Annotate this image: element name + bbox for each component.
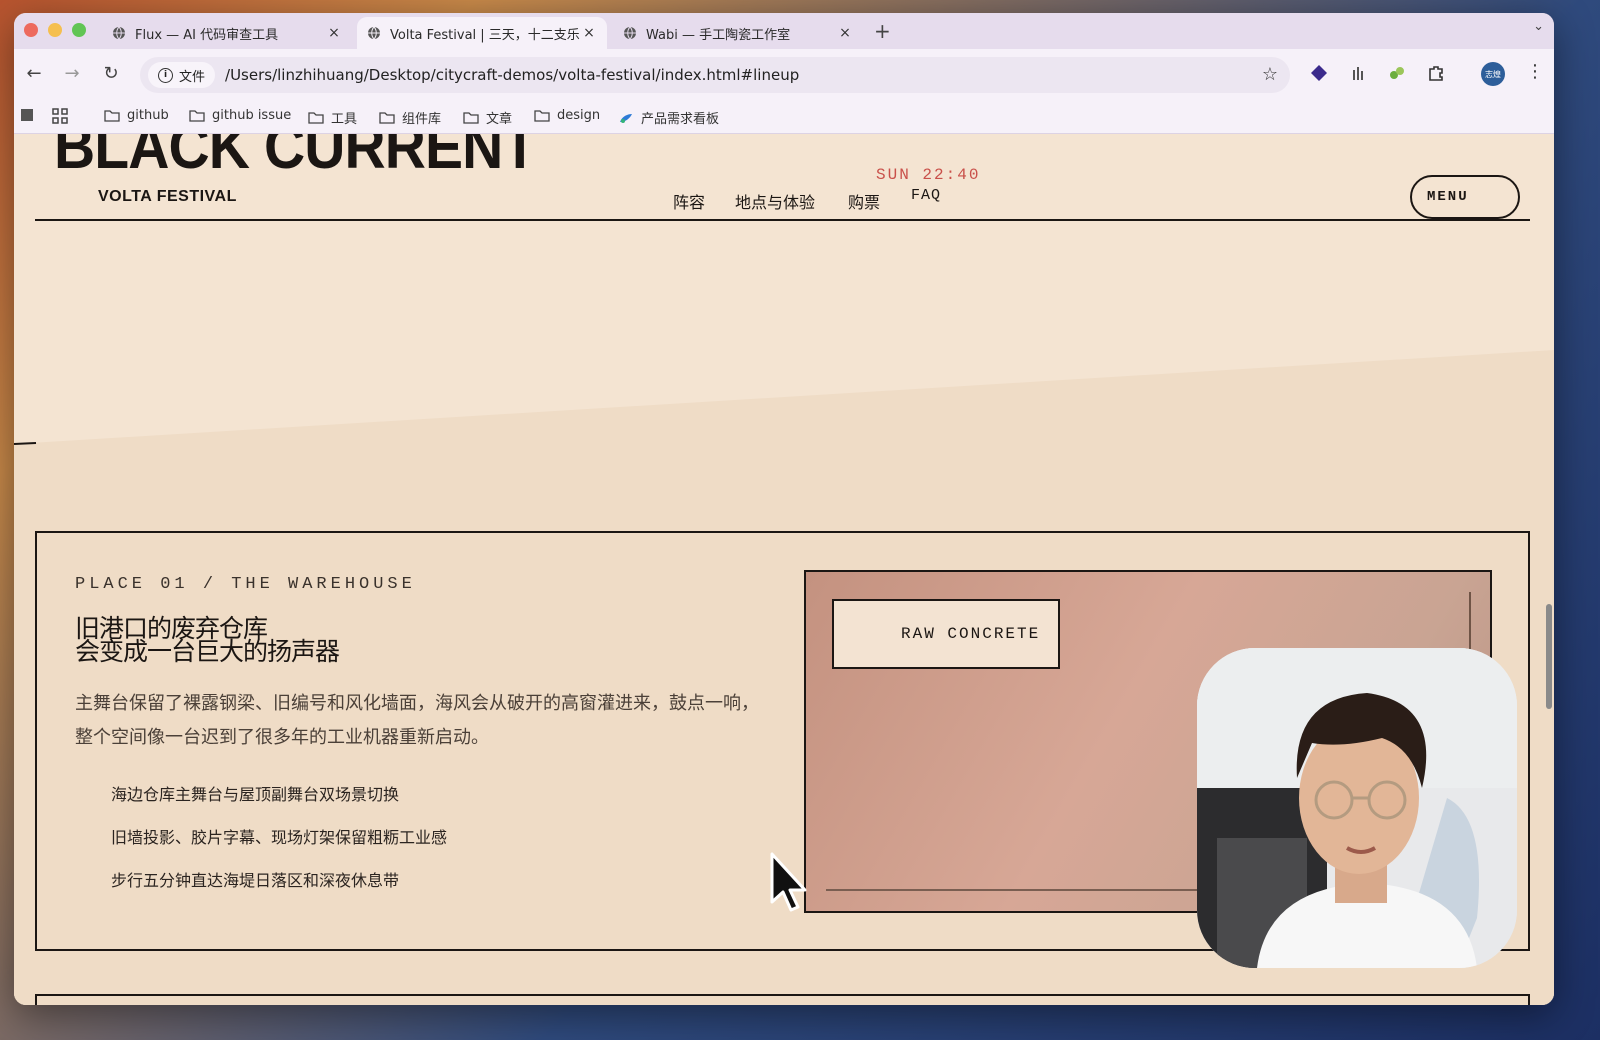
presenter-video — [1197, 648, 1517, 968]
bookmark-star-icon[interactable]: ☆ — [1262, 64, 1278, 85]
globe-icon — [624, 26, 636, 40]
bookmark-components[interactable]: 组件库 — [379, 108, 441, 127]
site-info-label: 文件 — [179, 69, 206, 85]
close-window-button[interactable] — [24, 23, 38, 37]
bookmark-product-board[interactable]: 产品需求看板 — [618, 108, 719, 127]
tab-close-button[interactable]: × — [581, 25, 597, 41]
feature-item: 旧墙投影、胶片字幕、现场灯架保留粗粝工业感 — [111, 828, 448, 847]
place-description: 主舞台保留了裸露钢梁、旧编号和风化墙面，海风会从破开的高窗灌进来，鼓点一响，整个… — [75, 693, 759, 748]
folder-icon — [379, 111, 395, 124]
scrollbar-thumb[interactable] — [1546, 604, 1552, 709]
next-place-card — [35, 994, 1530, 1005]
place-label: PLACE 01 / THE WAREHOUSE — [75, 575, 416, 594]
globe-icon — [368, 26, 380, 40]
maximize-window-button[interactable] — [72, 23, 86, 37]
menu-button[interactable]: MENU — [1410, 175, 1520, 219]
header-divider — [35, 219, 1530, 221]
feature-item: 步行五分钟直达海堤日落区和深夜休息带 — [111, 871, 400, 890]
extension-leaf-icon[interactable] — [1386, 62, 1408, 84]
mouse-cursor-icon — [770, 852, 807, 912]
new-tab-button[interactable]: + — [874, 19, 891, 43]
sidebar-toggle-icon[interactable] — [20, 108, 34, 122]
bookmark-tools[interactable]: 工具 — [308, 108, 357, 127]
place-title: 旧港口的废弃仓库 会变成一台巨大的扬声器 — [75, 616, 340, 666]
browser-toolbar: ← → ↻ i 文件 /Users/linzhihuang/Desktop/ci… — [14, 49, 1554, 101]
tab-close-button[interactable]: × — [326, 25, 342, 41]
nav-tickets[interactable]: 购票 — [848, 189, 880, 213]
tab-volta-festival[interactable]: Volta Festival | 三天，十二支乐 × — [357, 17, 607, 49]
site-logo-subtitle: VOLTA FESTIVAL — [98, 188, 237, 205]
minimize-window-button[interactable] — [48, 23, 62, 37]
apps-grid-icon[interactable] — [52, 108, 68, 124]
info-icon: i — [158, 67, 173, 83]
folder-icon — [463, 111, 479, 124]
nav-lineup[interactable]: 阵容 — [673, 189, 705, 213]
live-clock: SUN 22:40 — [876, 166, 981, 184]
bookmark-label: design — [557, 108, 601, 123]
extensions-puzzle-icon[interactable] — [1425, 62, 1447, 84]
photo-tag: RAW CONCRETE — [832, 599, 1060, 669]
bookmark-label: github — [127, 108, 169, 123]
address-bar[interactable]: i 文件 /Users/linzhihuang/Desktop/citycraf… — [140, 57, 1290, 93]
bookmark-github[interactable]: github — [104, 108, 169, 123]
tab-title: Wabi — 手工陶瓷工作室 — [646, 27, 791, 43]
profile-avatar[interactable]: 志煌 — [1481, 62, 1505, 86]
bookmark-label: 工具 — [331, 112, 358, 127]
bookmark-label: 组件库 — [402, 112, 442, 127]
forward-arrow-icon[interactable]: → — [60, 63, 84, 84]
bookmark-label: 产品需求看板 — [641, 112, 720, 127]
tab-wabi[interactable]: Wabi — 手工陶瓷工作室 × — [613, 17, 863, 49]
folder-icon — [534, 109, 550, 122]
extension-hand-icon[interactable] — [1347, 62, 1369, 84]
folder-icon — [104, 109, 120, 122]
site-info-chip[interactable]: i 文件 — [148, 62, 216, 88]
more-menu-icon[interactable]: ⋮ — [1526, 61, 1544, 82]
bookmarks-bar: github github issue 工具 组件库 文章 design 产品需… — [14, 101, 1554, 134]
bookmark-articles[interactable]: 文章 — [463, 108, 512, 127]
tab-title: Volta Festival | 三天，十二支乐 — [390, 27, 580, 43]
place-title-line-2: 会变成一台巨大的扬声器 — [75, 637, 340, 666]
back-arrow-icon[interactable]: ← — [22, 63, 46, 84]
extension-diamond-icon[interactable] — [1308, 62, 1330, 84]
webcam-overlay — [1197, 648, 1517, 968]
bookmark-design[interactable]: design — [534, 108, 600, 123]
bookmark-github-issue[interactable]: github issue — [189, 108, 291, 123]
tab-flux[interactable]: Flux — AI 代码审查工具 × — [102, 17, 352, 49]
nav-venue-experience[interactable]: 地点与体验 — [735, 189, 815, 213]
product-board-icon — [620, 113, 632, 123]
nav-faq[interactable]: FAQ — [911, 187, 941, 204]
tab-title: Flux — AI 代码审查工具 — [135, 27, 279, 43]
folder-icon — [189, 109, 205, 122]
tab-strip: Flux — AI 代码审查工具 × Volta Festival | 三天，十… — [14, 13, 1554, 49]
bookmark-label: github issue — [212, 108, 292, 123]
url-text[interactable]: /Users/linzhihuang/Desktop/citycraft-dem… — [225, 66, 799, 84]
reload-icon[interactable]: ↻ — [99, 63, 123, 84]
chevron-down-icon[interactable]: ⌄ — [1533, 19, 1544, 34]
bookmark-label: 文章 — [486, 112, 513, 127]
globe-icon — [113, 26, 125, 40]
site-logo[interactable]: BLACK CURRENT — [54, 134, 537, 183]
folder-icon — [308, 111, 324, 124]
tab-close-button[interactable]: × — [837, 25, 853, 41]
feature-item: 海边仓库主舞台与屋顶副舞台双场景切换 — [111, 785, 400, 804]
